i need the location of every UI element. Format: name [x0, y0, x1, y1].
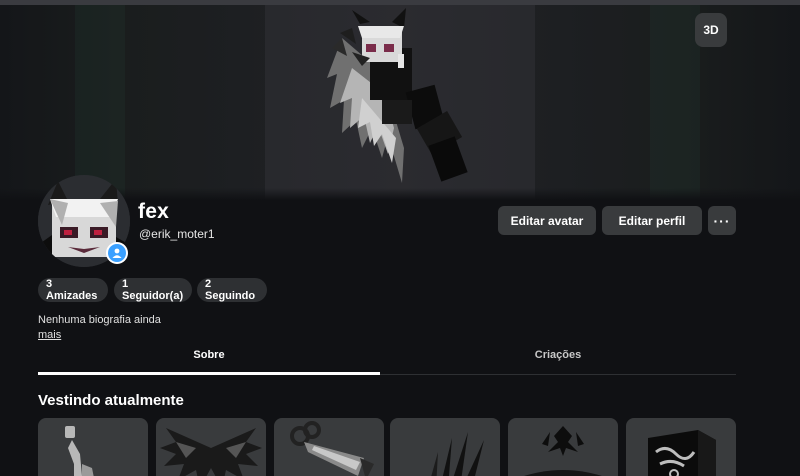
following-count-button[interactable]: 2 Seguindo — [197, 278, 267, 302]
more-options-icon: ··· — [713, 212, 731, 229]
dark-wings-icon — [160, 428, 262, 476]
edit-profile-button[interactable]: Editar perfil — [602, 206, 702, 235]
view-3d-label: 3D — [703, 23, 719, 37]
graffiti-box-icon — [648, 430, 716, 476]
view-3d-button[interactable]: 3D — [695, 13, 727, 47]
avatar-3d-render — [327, 8, 468, 183]
friends-count-label: 3 Amizades — [46, 278, 98, 302]
friends-count-button[interactable]: 3 Amizades — [38, 278, 108, 302]
more-options-button[interactable]: ··· — [708, 206, 736, 235]
chain-claw-icon — [290, 421, 374, 476]
backdrop-band — [75, 5, 125, 200]
tribal-mask-icon — [524, 426, 602, 476]
wearing-item[interactable] — [156, 418, 266, 476]
followers-count-button[interactable]: 1 Seguidor(a) — [114, 278, 192, 302]
following-count-label: 2 Seguindo — [205, 278, 256, 302]
edit-avatar-button[interactable]: Editar avatar — [498, 206, 596, 235]
wearing-item[interactable] — [508, 418, 618, 476]
bio-more-link[interactable]: mais — [38, 329, 61, 341]
edit-avatar-label: Editar avatar — [510, 213, 584, 228]
active-tab-indicator — [38, 372, 380, 375]
bio-text: Nenhuma biografia ainda — [38, 314, 161, 326]
backdrop-band — [650, 5, 700, 200]
wearing-section-title: Vestindo atualmente — [38, 392, 184, 409]
edit-profile-label: Editar perfil — [618, 213, 686, 228]
status-badge — [106, 242, 128, 264]
wearing-item[interactable] — [390, 418, 500, 476]
followers-count-label: 1 Seguidor(a) — [122, 278, 184, 302]
wearing-item[interactable] — [38, 418, 148, 476]
feather-wings-icon — [431, 432, 484, 476]
tab-creations[interactable]: Criações — [380, 349, 736, 367]
wearing-item[interactable] — [626, 418, 736, 476]
tab-about[interactable]: Sobre — [38, 349, 380, 367]
wearing-item[interactable] — [274, 418, 384, 476]
person-icon — [108, 244, 126, 262]
username: @erik_moter1 — [139, 227, 215, 241]
display-name: fex — [138, 200, 169, 223]
torso-figure-icon — [65, 426, 94, 476]
